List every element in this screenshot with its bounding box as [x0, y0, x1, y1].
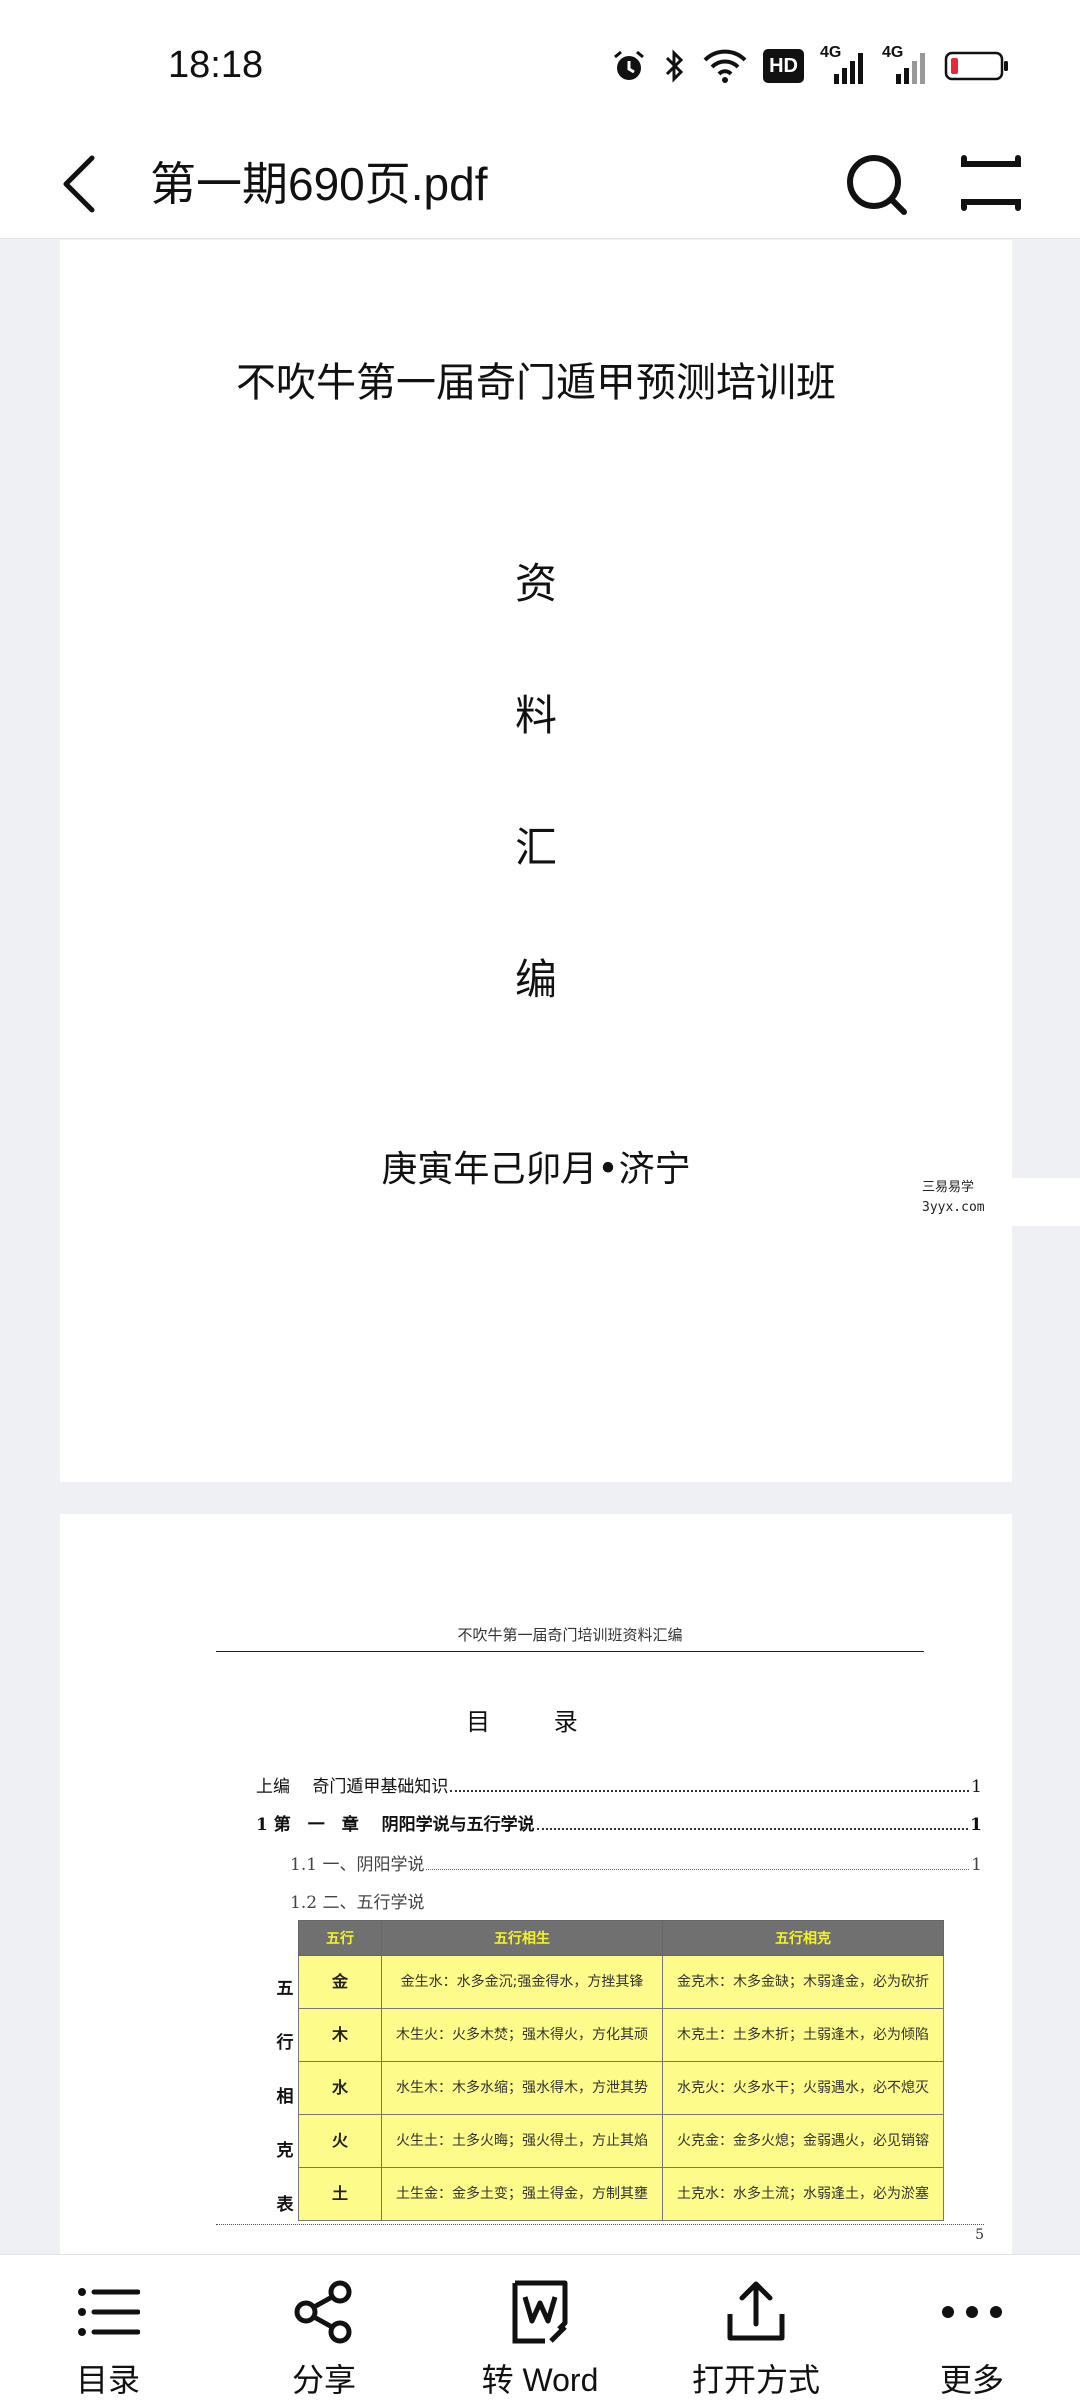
cover-char: 资 [514, 559, 557, 608]
toc-entry[interactable]: 1 第 一 章 阴阳学说与五行学说 1 [256, 1810, 982, 1835]
open-with-icon [721, 2277, 791, 2347]
ke-cell: 水克火：火多水干；火弱遇水，必不熄灭 [662, 2061, 944, 2115]
sheng-cell: 水生木：木多水缩；强水得木，方泄其势 [381, 2061, 663, 2115]
chevron-left-icon [63, 155, 95, 213]
watermark: 三易易学 3yyx.com [920, 1178, 1080, 1226]
alarm-icon [611, 44, 647, 88]
bluetooth-icon [663, 44, 687, 88]
share-icon [289, 2277, 359, 2347]
battery-icon [944, 44, 1010, 88]
element-cell: 土 [298, 2167, 382, 2221]
list-icon [73, 2277, 143, 2347]
status-bar: 18:18 HD 4G 4G [0, 0, 1080, 130]
toc-entry[interactable]: 1.1 一、阴阳学说 1 [290, 1850, 982, 1875]
document-title: 第一期690页.pdf [150, 158, 488, 210]
toc-title: 目 录 [466, 1708, 606, 1736]
toc-entry[interactable]: 上编 奇门遁甲基础知识 1 [256, 1772, 982, 1797]
word-convert-icon [505, 2277, 575, 2347]
pdf-page-2[interactable]: 不吹牛第一届奇门培训班资料汇编 目 录 上编 奇门遁甲基础知识 1 1 第 一 章… [60, 1514, 1012, 2254]
bottom-toolbar: 目录 分享 转 Word 打开方式 更多 [0, 2254, 1080, 2401]
element-cell: 木 [298, 2008, 382, 2062]
back-button[interactable] [60, 142, 120, 226]
ke-cell: 土克水：水多土流；水弱逢土，必为淤塞 [662, 2167, 944, 2221]
cover-char: 料 [514, 691, 557, 740]
hd-badge: HD [763, 49, 804, 83]
table-header-row: 五行 五行相生 五行相克 [298, 1920, 944, 1956]
element-cell: 金 [298, 1955, 382, 2009]
cover-title: 不吹牛第一届奇门遁甲预测培训班 [236, 360, 836, 406]
share-button[interactable]: 分享 [216, 2255, 432, 2401]
sheng-cell: 火生土：土多火晦；强火得土，方止其焰 [381, 2114, 663, 2168]
column-header: 五行相克 [662, 1920, 944, 1956]
app-bar: 第一期690页.pdf [0, 130, 1080, 239]
wifi-icon [703, 44, 747, 88]
ke-cell: 木克土：土多木折；土弱逢木，必为倾陷 [662, 2008, 944, 2062]
signal-icon: 4G [820, 44, 866, 88]
collapse-view-button[interactable] [956, 144, 1026, 224]
toc-button[interactable]: 目录 [0, 2255, 216, 2401]
status-icons: HD 4G 4G [611, 44, 1010, 88]
more-icon [937, 2277, 1007, 2347]
more-button[interactable]: 更多 [864, 2255, 1080, 2401]
table-row: 金 金生水：水多金沉;强金得水，方挫其锋 金克木：木多金缺；木弱逢金，必为砍折 [298, 1955, 944, 2009]
cover-footer: 庚寅年己卯月•济宁 [381, 1149, 691, 1190]
convert-word-button[interactable]: 转 Word [432, 2255, 648, 2401]
table-row: 水 水生木：木多水缩；强水得木，方泄其势 水克火：火多水干；火弱遇水，必不熄灭 [298, 2061, 944, 2115]
column-header: 五行相生 [381, 1920, 663, 1956]
column-header: 五行 [298, 1920, 382, 1956]
page-header: 不吹牛第一届奇门培训班资料汇编 [216, 1624, 924, 1652]
table-row: 木 木生火：火多木焚；强木得火，方化其顽 木克土：土多木折；土弱逢木，必为倾陷 [298, 2008, 944, 2062]
ke-cell: 金克木：木多金缺；木弱逢金，必为砍折 [662, 1955, 944, 2009]
collapse-icon [961, 155, 1021, 211]
ke-cell: 火克金：金多火熄；金弱遇火，必见销镕 [662, 2114, 944, 2168]
sheng-cell: 土生金：金多土变；强土得金，方制其壅 [381, 2167, 663, 2221]
open-with-button[interactable]: 打开方式 [648, 2255, 864, 2401]
table-row: 土 土生金：金多土变；强土得金，方制其壅 土克水：水多土流；水弱逢土，必为淤塞 [298, 2167, 944, 2221]
page-number: 5 [216, 2224, 984, 2243]
search-button[interactable] [838, 144, 918, 224]
pdf-page-1[interactable]: 不吹牛第一届奇门遁甲预测培训班 资 料 汇 编 庚寅年己卯月•济宁 [60, 240, 1012, 1482]
cover-char: 编 [514, 955, 557, 1004]
cover-char: 汇 [514, 823, 557, 872]
table-row: 火 火生土：土多火晦；强火得土，方止其焰 火克金：金多火熄；金弱遇火，必见销镕 [298, 2114, 944, 2168]
element-cell: 水 [298, 2061, 382, 2115]
element-cell: 火 [298, 2114, 382, 2168]
search-icon [847, 155, 907, 215]
status-time: 18:18 [168, 44, 264, 86]
signal-icon-2: 4G [882, 44, 928, 88]
toc-entry[interactable]: 1.2 二、五行学说 [290, 1888, 982, 1913]
wuxing-table: 五行 五行相生 五行相克 金 金生水：水多金沉;强金得水，方挫其锋 金克木：木多… [298, 1920, 944, 2221]
sheng-cell: 木生火：火多木焚；强木得火，方化其顽 [381, 2008, 663, 2062]
sheng-cell: 金生水：水多金沉;强金得水，方挫其锋 [381, 1955, 663, 2009]
